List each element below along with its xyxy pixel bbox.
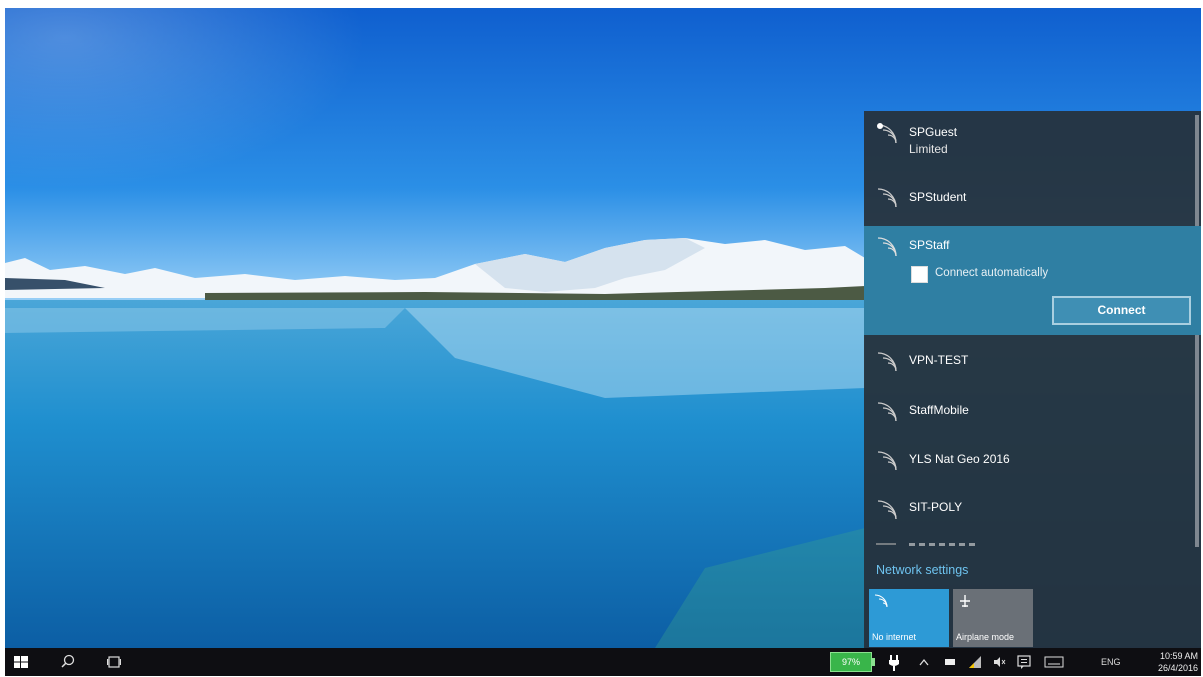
wifi-warning-icon: [877, 123, 897, 144]
search-icon[interactable]: [59, 648, 77, 676]
task-view-icon[interactable]: [105, 648, 123, 676]
connect-automatically-label: Connect automatically: [935, 267, 1049, 279]
network-item-spstudent[interactable]: SPStudent: [864, 171, 1201, 226]
taskbar: 97% ENG 10:59 AM 26/4/2016: [5, 648, 1201, 676]
clock-time[interactable]: 10:59 AM: [1138, 651, 1198, 661]
network-item-vpn-test[interactable]: VPN-TEST: [864, 335, 1201, 383]
network-item-yls-nat-geo[interactable]: YLS Nat Geo 2016: [864, 433, 1201, 481]
wifi-icon: [877, 352, 897, 372]
network-ssid: StaffMobile: [909, 403, 969, 417]
battery-indicator[interactable]: 97%: [830, 652, 872, 672]
windows-start-icon[interactable]: [13, 648, 29, 676]
network-flyout: SPGuest Limited SPStudent SPStaff Connec…: [864, 111, 1201, 648]
network-item-partial[interactable]: [876, 539, 976, 547]
power-plug-icon[interactable]: [887, 648, 901, 676]
wifi-icon: [877, 237, 897, 257]
wifi-icon: [877, 188, 897, 208]
network-ssid: SPGuest: [909, 125, 958, 139]
keyboard-icon[interactable]: [1043, 648, 1065, 676]
network-ssid: SPStaff: [909, 238, 950, 252]
wifi-toggle-tile[interactable]: No internet: [869, 589, 949, 647]
tile-label: Airplane mode: [956, 632, 1015, 642]
language-indicator[interactable]: ENG: [1101, 657, 1121, 667]
wifi-icon: [877, 402, 897, 422]
network-item-spguest[interactable]: SPGuest Limited: [864, 111, 1201, 171]
airplane-icon: [960, 595, 970, 607]
desktop: SPGuest Limited SPStudent SPStaff Connec…: [5, 8, 1201, 676]
wifi-icon: [877, 500, 897, 520]
network-ssid: YLS Nat Geo 2016: [909, 452, 1010, 466]
clock-date[interactable]: 26/4/2016: [1138, 663, 1198, 673]
speaker-muted-icon[interactable]: [991, 648, 1007, 676]
battery-tip: [872, 658, 875, 666]
network-ssid: SIT-POLY: [909, 500, 963, 514]
wifi-icon: [877, 451, 897, 471]
network-warning-icon[interactable]: [967, 648, 983, 676]
network-item-spstaff[interactable]: SPStaff Connect automatically Connect: [864, 226, 1201, 335]
network-ssid: VPN-TEST: [909, 353, 969, 367]
network-item-sit-poly[interactable]: SIT-POLY: [864, 481, 1201, 531]
connect-button[interactable]: Connect: [1052, 296, 1191, 325]
chevron-up-icon[interactable]: [917, 648, 931, 676]
tray-app-icon[interactable]: [942, 648, 958, 676]
network-settings-link[interactable]: Network settings: [876, 563, 968, 577]
airplane-mode-tile[interactable]: Airplane mode: [953, 589, 1033, 647]
action-center-icon[interactable]: [1016, 648, 1032, 676]
tile-label: No internet: [872, 632, 917, 642]
network-ssid: SPStudent: [909, 190, 967, 204]
wifi-icon: [874, 594, 888, 608]
network-item-staffmobile[interactable]: StaffMobile: [864, 383, 1201, 433]
network-status: Limited: [909, 142, 948, 156]
connect-automatically-checkbox[interactable]: [911, 266, 928, 283]
